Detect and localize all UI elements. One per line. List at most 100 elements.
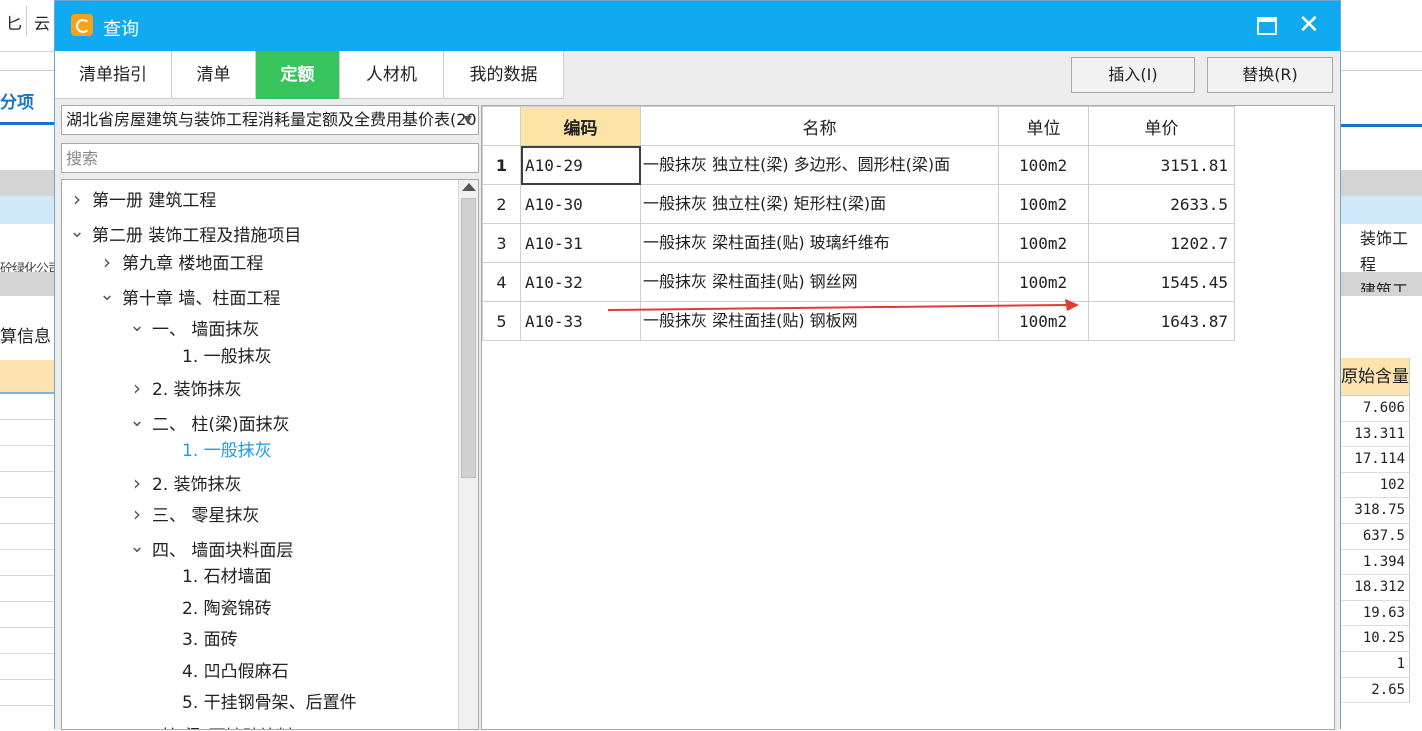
library-select-value: 湖北省房屋建筑与装饰工程消耗量定额及全费用基价表(2018) (66, 110, 479, 129)
chevron-right-icon[interactable]: › (68, 184, 86, 215)
chevron-right-icon[interactable]: › (98, 247, 116, 278)
background-band (0, 272, 56, 296)
tree-item-label: 1. 石材墙面 (182, 567, 272, 587)
table-cell: 102 (1341, 473, 1409, 499)
chevron-down-icon[interactable]: ⌄ (98, 279, 116, 310)
scrollbar[interactable] (458, 180, 478, 729)
tree-item[interactable]: › 五、 柱(梁)面镶贴块料 (98, 720, 294, 730)
dialog-titlebar[interactable]: 查询 ✕ (55, 1, 1340, 51)
tab-bar: 清单指引 清单 定额 人材机 我的数据 插入(I) 替换(R) (55, 51, 1340, 99)
table-cell: 1 (1341, 652, 1409, 678)
background-label: 装饰工程 (1360, 229, 1409, 274)
tree-item[interactable]: 3. 面砖 (158, 625, 238, 656)
table-cell: 18.312 (1341, 575, 1409, 601)
table-cell: 637.5 (1341, 524, 1409, 550)
library-select[interactable]: 湖北省房屋建筑与装饰工程消耗量定额及全费用基价表(2018) ▼ (61, 105, 479, 135)
tree-item[interactable]: ⌄ 四、 墙面块料面层 (128, 531, 293, 562)
divider (1340, 124, 1422, 127)
background-row-highlight (0, 196, 56, 224)
background-right-labels: 装饰工程 建筑工程 (1360, 226, 1422, 292)
background-toolbar-text: 云 (34, 14, 51, 33)
tree-item[interactable]: 2. 陶瓷锦砖 (158, 594, 272, 625)
tab-bill-guide[interactable]: 清单指引 (55, 51, 172, 99)
column-header: 原始含量 (1341, 358, 1409, 396)
table-cell: 13.311 (1341, 422, 1409, 448)
chevron-down-icon[interactable]: ⌄ (128, 310, 146, 341)
table-cell: 7.606 (1341, 396, 1409, 422)
tab-labor-material-machine[interactable]: 人材机 (340, 51, 444, 99)
background-quantity-table: 原始含量 7.606 13.311 17.114 102 318.75 637.… (1340, 358, 1410, 704)
query-dialog: 查询 ✕ 清单指引 清单 定额 人材机 我的数据 插入(I) 替换(R) 湖北省… (54, 0, 1341, 730)
tree-item[interactable]: › 2. 装饰抹灰 (128, 373, 242, 404)
tree-item-label: 2. 装饰抹灰 (152, 380, 242, 400)
background-section-label[interactable]: 分项 (0, 88, 34, 113)
chapter-tree: › 第一册 建筑工程 ⌄ 第二册 装饰工程及措施项目 › 第九章 楼地面工程 ⌄ 第十章 墙、… (61, 179, 479, 730)
tree-item[interactable]: › 第九章 楼地面工程 (98, 247, 263, 278)
chevron-down-icon[interactable]: ⌄ (128, 405, 146, 436)
search-input[interactable] (61, 143, 479, 173)
background-toolbar-text: 匕 (6, 14, 23, 33)
tree-item[interactable]: ⌄ 第二册 装饰工程及措施项目 (68, 216, 301, 247)
tree-item-label: 一、 墙面抹灰 (152, 320, 260, 340)
tree-item-label: 3. 面砖 (182, 630, 238, 650)
tree-item-label: 第一册 建筑工程 (92, 191, 217, 211)
tree-item-label: 五、 柱(梁)面镶贴块料 (122, 727, 294, 730)
tree-item-label: 二、 柱(梁)面抹灰 (152, 414, 290, 435)
background-label: 建筑工程 (1360, 281, 1409, 292)
tree-item[interactable]: ⌄ 第十章 墙、柱面工程 (98, 279, 280, 310)
background-tab-label[interactable]: 算信息 (0, 322, 51, 347)
dialog-body: 湖北省房屋建筑与装饰工程消耗量定额及全费用基价表(2018) ▼ › 第一册 建筑… (55, 99, 1340, 730)
tree-item[interactable]: 1. 一般抹灰 (158, 342, 272, 373)
chevron-down-icon[interactable]: ▼ (464, 106, 472, 134)
tree-item-label: 第九章 楼地面工程 (122, 254, 264, 274)
tree-item-label: 2. 装饰抹灰 (152, 474, 242, 495)
background-table-rows (0, 394, 56, 706)
tree-item-label: 4. 凹凸假麻石 (182, 661, 289, 682)
tab-my-data[interactable]: 我的数据 (444, 51, 564, 99)
background-band (0, 170, 56, 196)
tree-item[interactable]: ⌄ 一、 墙面抹灰 (128, 310, 259, 341)
chevron-right-icon[interactable]: › (98, 720, 116, 730)
tree-item-label: 1. 一般抹灰 (182, 346, 272, 367)
tree-item[interactable]: 4. 凹凸假麻石 (158, 657, 289, 688)
chevron-right-icon[interactable]: › (128, 468, 146, 499)
insert-button[interactable]: 插入(I) (1071, 57, 1195, 93)
table-cell: 2.65 (1341, 678, 1409, 704)
tree-item[interactable]: 1. 石材墙面 (158, 562, 272, 593)
divider (26, 6, 27, 36)
tree-item-label: 第二册 装饰工程及措施项目 (92, 225, 302, 246)
chevron-down-icon[interactable]: ⌄ (128, 531, 146, 562)
chevron-down-icon[interactable]: ⌄ (68, 216, 86, 247)
tree-item-label: 5. 干挂钢骨架、后置件 (182, 693, 357, 713)
replace-button[interactable]: 替换(R) (1207, 57, 1333, 93)
maximize-icon[interactable] (1257, 17, 1277, 35)
tab-bill[interactable]: 清单 (172, 51, 256, 99)
tree-item[interactable]: › 2. 装饰抹灰 (128, 468, 242, 499)
table-cell: 1.394 (1341, 550, 1409, 576)
background-table-header (0, 360, 56, 394)
chevron-right-icon[interactable]: › (128, 499, 146, 530)
tree-item-label: 第十章 墙、柱面工程 (122, 288, 281, 309)
result-panel: 编码 名称 单位 单价 1 A10-29 一般抹灰 独立柱(梁) 多边形、圆形柱(梁… (481, 105, 1335, 730)
tree-item[interactable]: 1. 一般抹灰 (158, 436, 272, 467)
annotation-arrow (607, 299, 1079, 311)
table-cell: 318.75 (1341, 498, 1409, 524)
tree-item-label: 四、 墙面块料面层 (152, 540, 294, 561)
chevron-right-icon[interactable]: › (128, 373, 146, 404)
table-cell: 17.114 (1341, 447, 1409, 473)
tree-item-label: 2. 陶瓷锦砖 (182, 598, 272, 619)
tree-item[interactable]: 5. 干挂钢骨架、后置件 (158, 688, 357, 719)
scroll-up-icon[interactable] (462, 183, 476, 191)
background-band (1340, 170, 1422, 196)
scrollbar-thumb[interactable] (461, 198, 476, 478)
close-icon[interactable]: ✕ (1298, 10, 1320, 40)
query-app-icon (71, 14, 93, 36)
tree-item[interactable]: ⌄ 二、 柱(梁)面抹灰 (128, 405, 290, 436)
table-cell: 10.25 (1341, 626, 1409, 652)
tab-quota[interactable]: 定额 (256, 51, 340, 99)
tree-item[interactable]: › 第一册 建筑工程 (68, 184, 216, 215)
tree-item-label: 三、 零星抹灰 (152, 506, 260, 526)
table-cell: 19.63 (1341, 601, 1409, 627)
background-row-highlight (1340, 196, 1422, 224)
tree-item[interactable]: › 三、 零星抹灰 (128, 499, 259, 530)
